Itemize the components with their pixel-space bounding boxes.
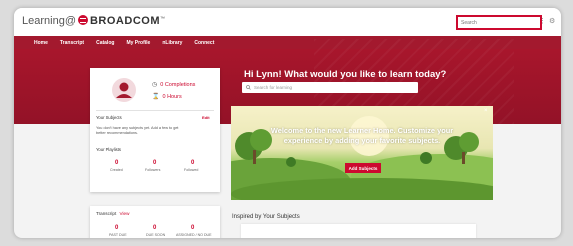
- nav-nlibrary[interactable]: nLibrary: [162, 40, 182, 46]
- transcript-card: Transcript View 0 PAST DUE 0 DUE SOON 0 …: [90, 206, 220, 238]
- playlist-followed-count[interactable]: 0: [191, 160, 194, 166]
- divider: [96, 110, 214, 111]
- subjects-text-line2: better recommendations.: [96, 131, 138, 135]
- playlist-followers-label: Followers: [145, 168, 161, 172]
- playlist-followers-count[interactable]: 0: [153, 160, 156, 166]
- nav-my-profile[interactable]: My Profile: [126, 40, 150, 46]
- nav-home[interactable]: Home: [34, 40, 48, 46]
- nav-catalog[interactable]: Catalog: [96, 40, 114, 46]
- avatar[interactable]: [112, 78, 136, 102]
- top-header: Learning@ BROADCOM™ ⋮ ⚙: [14, 8, 561, 36]
- subjects-empty-text: You don't have any subjects yet. Add a f…: [96, 126, 179, 136]
- add-subjects-button[interactable]: Add Subjects: [345, 163, 381, 173]
- welcome-line1: Welcome to the new Learner Home. Customi…: [270, 126, 454, 135]
- assigned-count[interactable]: 0: [191, 225, 194, 231]
- due-soon-count[interactable]: 0: [153, 225, 156, 231]
- nav-transcript[interactable]: Transcript: [60, 40, 84, 46]
- gear-icon[interactable]: ⚙: [549, 17, 555, 25]
- question-icon[interactable]: ⋮: [539, 17, 546, 25]
- completions-stat: ◷ 0 Completions: [152, 81, 195, 88]
- broadcom-logo-icon: [77, 15, 88, 25]
- check-circle-icon: ◷: [152, 82, 158, 88]
- hours-text: 0 Hours: [162, 94, 182, 100]
- transcript-title: Transcript View: [96, 211, 129, 216]
- welcome-message: Welcome to the new Learner Home. Customi…: [231, 126, 493, 146]
- transcript-view-link[interactable]: View: [120, 211, 130, 216]
- hourglass-icon: ⌛: [152, 94, 160, 100]
- hours-stat: ⌛ 0 Hours: [152, 93, 182, 100]
- due-soon-label: DUE SOON: [146, 233, 166, 237]
- subjects-title: Your Subjects: [96, 115, 122, 120]
- inspired-content-panel: [241, 224, 476, 238]
- global-search-input[interactable]: [456, 15, 542, 30]
- past-due-count[interactable]: 0: [115, 225, 118, 231]
- landscape-illustration: [231, 116, 493, 200]
- completions-text: 0 Completions: [160, 82, 196, 88]
- learning-search-field[interactable]: Search for learning: [242, 82, 418, 93]
- welcome-banner: Welcome to the new Learner Home. Customi…: [231, 106, 493, 200]
- playlist-created-count[interactable]: 0: [115, 160, 118, 166]
- transcript-title-text: Transcript: [96, 211, 117, 216]
- nav-connect[interactable]: Connect: [194, 40, 214, 46]
- past-due-label: PAST DUE: [109, 233, 127, 237]
- playlists-title: Your Playlists: [96, 147, 121, 152]
- inspired-section-title: Inspired by Your Subjects: [232, 214, 300, 220]
- brand-tm: ™: [159, 16, 165, 22]
- welcome-line2: experience by adding your favorite subje…: [283, 136, 441, 145]
- assigned-label: ASSIGNED / NO DUE: [176, 233, 212, 237]
- profile-card: ◷ 0 Completions ⌛ 0 Hours Your Subjects Ed…: [90, 68, 220, 192]
- brand-logo[interactable]: Learning@ BROADCOM™: [22, 15, 165, 27]
- learning-search-placeholder: Search for learning: [254, 85, 293, 90]
- close-icon[interactable]: ×: [484, 108, 488, 114]
- playlist-created-label: Created: [110, 168, 123, 172]
- brand-company-text: BROADCOM: [89, 15, 160, 27]
- playlist-followed-label: Followed: [184, 168, 199, 172]
- greeting-title: Hi Lynn! What would you like to learn to…: [244, 69, 447, 80]
- edit-subjects-link[interactable]: Edit: [202, 115, 210, 120]
- search-icon: [246, 85, 251, 90]
- app-window: Learning@ BROADCOM™ ⋮ ⚙ Home Transcript C…: [14, 8, 561, 238]
- brand-learning-text: Learning@: [22, 15, 76, 27]
